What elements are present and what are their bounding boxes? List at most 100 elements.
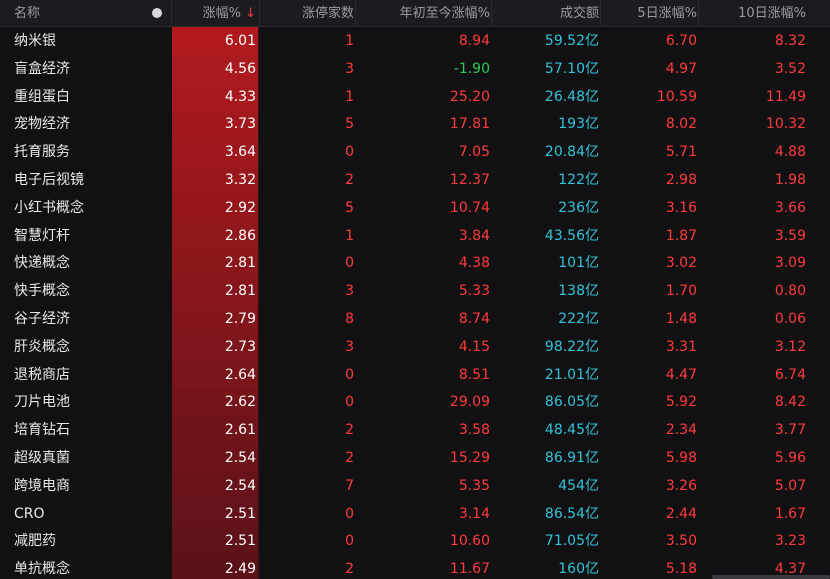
table-row[interactable]: 重组蛋白 4.33 1 25.20 26.48亿 10.59 11.49 <box>0 82 830 111</box>
turnover: 57.10亿 <box>544 60 599 77</box>
sector-name: 小红书概念 <box>14 199 84 216</box>
turnover: 138亿 <box>558 283 599 300</box>
turnover: 160亿 <box>558 561 599 578</box>
column-header-pct[interactable]: 涨幅% ↓ <box>172 0 256 27</box>
table-row[interactable]: 减肥药 2.51 0 10.60 71.05亿 3.50 3.23 <box>0 527 830 556</box>
sector-name: 电子后视镜 <box>14 172 84 188</box>
ytd-change: 5.35 <box>458 477 490 494</box>
ytd-change: 8.74 <box>458 311 490 327</box>
column-header-ytd[interactable]: 年初至今涨幅% <box>356 0 490 27</box>
turnover: 122亿 <box>558 172 599 188</box>
turnover: 101亿 <box>558 255 599 272</box>
ytd-change: 7.05 <box>458 144 490 161</box>
table-row[interactable]: 谷子经济 2.79 8 8.74 222亿 1.48 0.06 <box>0 305 830 333</box>
column-header-name[interactable]: 名称 <box>14 0 40 27</box>
limit-up-count: 5 <box>345 199 354 216</box>
ytd-change: 5.33 <box>458 283 490 300</box>
sector-name: 刀片电池 <box>14 394 70 411</box>
ytd-change: 3.58 <box>458 422 490 439</box>
change-pct: 2.64 <box>224 366 256 383</box>
column-header-limit-up[interactable]: 涨停家数 <box>260 0 354 27</box>
table-row[interactable]: 小红书概念 2.92 5 10.74 236亿 3.16 3.66 <box>0 193 830 222</box>
sector-name: 快手概念 <box>14 283 70 300</box>
ytd-change: 10.74 <box>449 199 490 216</box>
change-10d: 11.49 <box>765 88 806 105</box>
limit-up-count: 7 <box>345 477 354 494</box>
limit-up-count: 0 <box>345 255 354 272</box>
table-row[interactable]: 快手概念 2.81 3 5.33 138亿 1.70 0.80 <box>0 277 830 306</box>
change-pct: 2.73 <box>224 338 256 355</box>
change-10d: 3.59 <box>774 227 806 244</box>
change-5d: 5.98 <box>665 450 697 466</box>
table-row[interactable]: 退税商店 2.64 0 8.51 21.01亿 4.47 6.74 <box>0 360 830 389</box>
horizontal-scrollbar[interactable] <box>712 575 830 579</box>
sector-ranking-table: 名称 涨幅% ↓ 涨停家数 年初至今涨幅% 成交额 5日涨幅% 10日涨幅% 纳… <box>0 0 830 579</box>
turnover: 59.52亿 <box>544 33 599 49</box>
ytd-change: 17.81 <box>449 116 490 133</box>
change-pct: 3.73 <box>224 116 256 133</box>
turnover: 71.05亿 <box>544 533 599 550</box>
sector-name: 肝炎概念 <box>14 338 70 355</box>
table-row[interactable]: 电子后视镜 3.32 2 12.37 122亿 2.98 1.98 <box>0 166 830 194</box>
column-header-5d[interactable]: 5日涨幅% <box>601 0 697 27</box>
table-header: 名称 涨幅% ↓ 涨停家数 年初至今涨幅% 成交额 5日涨幅% 10日涨幅% <box>0 0 830 27</box>
sector-name: 培育钻石 <box>14 422 70 439</box>
limit-up-count: 1 <box>345 88 354 105</box>
table-row[interactable]: 托育服务 3.64 0 7.05 20.84亿 5.71 4.88 <box>0 138 830 167</box>
change-pct: 4.56 <box>224 60 256 77</box>
ytd-change: 10.60 <box>449 533 490 550</box>
sector-name: 智慧灯杆 <box>14 227 70 244</box>
change-10d: 3.77 <box>774 422 806 439</box>
table-row[interactable]: 快递概念 2.81 0 4.38 101亿 3.02 3.09 <box>0 249 830 278</box>
sector-name: 宠物经济 <box>14 116 70 133</box>
turnover: 222亿 <box>558 311 599 327</box>
sector-name: 重组蛋白 <box>14 88 70 105</box>
limit-up-count: 0 <box>345 505 354 522</box>
change-10d: 6.74 <box>774 366 806 383</box>
column-header-volume[interactable]: 成交额 <box>492 0 599 27</box>
change-pct: 2.51 <box>224 533 256 550</box>
column-toggle-dot-icon[interactable] <box>152 8 162 18</box>
table-row[interactable]: 单抗概念 2.49 2 11.67 160亿 5.18 4.37 <box>0 555 830 579</box>
table-row[interactable]: 超级真菌 2.54 2 15.29 86.91亿 5.98 5.96 <box>0 444 830 472</box>
change-10d: 10.32 <box>765 116 806 133</box>
sector-name: 纳米银 <box>14 33 56 49</box>
change-10d: 3.23 <box>774 533 806 550</box>
change-pct: 3.64 <box>224 144 256 161</box>
change-5d: 3.16 <box>665 199 697 216</box>
change-10d: 1.67 <box>774 505 806 522</box>
sector-name: 托育服务 <box>14 144 70 161</box>
ytd-change: 8.94 <box>458 33 490 49</box>
sort-desc-arrow-icon: ↓ <box>245 6 256 21</box>
change-pct: 6.01 <box>224 33 256 49</box>
change-pct: 2.49 <box>224 561 256 578</box>
change-10d: 4.88 <box>774 144 806 161</box>
table-row[interactable]: 刀片电池 2.62 0 29.09 86.05亿 5.92 8.42 <box>0 388 830 417</box>
limit-up-count: 2 <box>345 422 354 439</box>
turnover: 454亿 <box>558 477 599 494</box>
turnover: 48.45亿 <box>544 422 599 439</box>
turnover: 236亿 <box>558 199 599 216</box>
change-5d: 10.59 <box>656 88 697 105</box>
turnover: 193亿 <box>558 116 599 133</box>
change-5d: 5.92 <box>665 394 697 411</box>
ytd-change: 12.37 <box>449 172 490 188</box>
table-row[interactable]: 宠物经济 3.73 5 17.81 193亿 8.02 10.32 <box>0 110 830 139</box>
change-pct: 3.32 <box>224 172 256 188</box>
table-row[interactable]: 盲盒经济 4.56 3 -1.90 57.10亿 4.97 3.52 <box>0 54 830 83</box>
change-10d: 0.80 <box>774 283 806 300</box>
table-row[interactable]: 培育钻石 2.61 2 3.58 48.45亿 2.34 3.77 <box>0 416 830 445</box>
change-5d: 6.70 <box>665 33 697 49</box>
limit-up-count: 2 <box>345 450 354 466</box>
table-row[interactable]: CRO 2.51 0 3.14 86.54亿 2.44 1.67 <box>0 499 830 528</box>
table-row[interactable]: 纳米银 6.01 1 8.94 59.52亿 6.70 8.32 <box>0 27 830 55</box>
table-row[interactable]: 跨境电商 2.54 7 5.35 454亿 3.26 5.07 <box>0 471 830 500</box>
table-row[interactable]: 肝炎概念 2.73 3 4.15 98.22亿 3.31 3.12 <box>0 332 830 361</box>
change-10d: 8.32 <box>774 33 806 49</box>
table-row[interactable]: 智慧灯杆 2.86 1 3.84 43.56亿 1.87 3.59 <box>0 221 830 250</box>
limit-up-count: 0 <box>345 144 354 161</box>
change-pct: 2.62 <box>224 394 256 411</box>
column-header-10d[interactable]: 10日涨幅% <box>699 0 806 27</box>
limit-up-count: 3 <box>345 60 354 77</box>
limit-up-count: 3 <box>345 338 354 355</box>
